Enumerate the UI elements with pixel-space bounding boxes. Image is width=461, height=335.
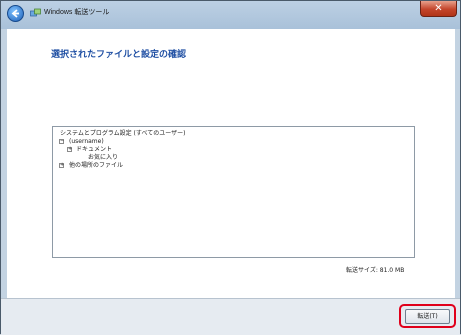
transfer-wizard-window: Windows 転送ツール ✕ 選択されたファイルと設定の確認 システムとプログ… [0, 0, 461, 335]
tree-item-documents[interactable]: + ドキュメント [59, 146, 185, 154]
selection-tree: システムとプログラム設定 (すべてのユーザー) − (username) + ド… [59, 130, 185, 170]
tree-item-label: 他の場所のファイル [69, 162, 124, 169]
back-arrow-icon [11, 9, 19, 18]
tree-item-label: ドキュメント [76, 146, 113, 153]
tree-item-username[interactable]: − (username) [59, 138, 185, 146]
close-button[interactable]: ✕ [420, 1, 457, 17]
windows-transfer-icon [30, 8, 41, 17]
page-title: 選択されたファイルと設定の確認 [51, 50, 187, 60]
tree-item-label: お気に入り [88, 154, 119, 161]
back-button[interactable] [7, 5, 24, 22]
title-bar: Windows 転送ツール ✕ [1, 1, 460, 29]
expand-icon[interactable]: + [67, 147, 72, 152]
collapse-icon[interactable]: − [59, 139, 64, 144]
close-icon: ✕ [434, 3, 443, 14]
tree-item-favorites[interactable]: お気に入り [59, 154, 185, 162]
tree-item-label: システムとプログラム設定 (すべてのユーザー) [60, 130, 186, 137]
window-title: Windows 転送ツール [44, 9, 110, 16]
tree-item-other-files[interactable]: + 他の場所のファイル [59, 162, 185, 170]
footer-bar: 転送(T) [1, 298, 460, 335]
transfer-button[interactable]: 転送(T) [405, 309, 450, 324]
content-pane: 選択されたファイルと設定の確認 システムとプログラム設定 (すべてのユーザー) … [7, 29, 455, 298]
tree-item-label: (username) [69, 138, 104, 145]
expand-icon[interactable]: + [59, 163, 64, 168]
tree-item-system-settings[interactable]: システムとプログラム設定 (すべてのユーザー) [59, 130, 185, 138]
selection-tree-list[interactable]: システムとプログラム設定 (すべてのユーザー) − (username) + ド… [52, 126, 415, 258]
transfer-size-label: 転送サイズ: 81.0 MB [346, 267, 405, 274]
